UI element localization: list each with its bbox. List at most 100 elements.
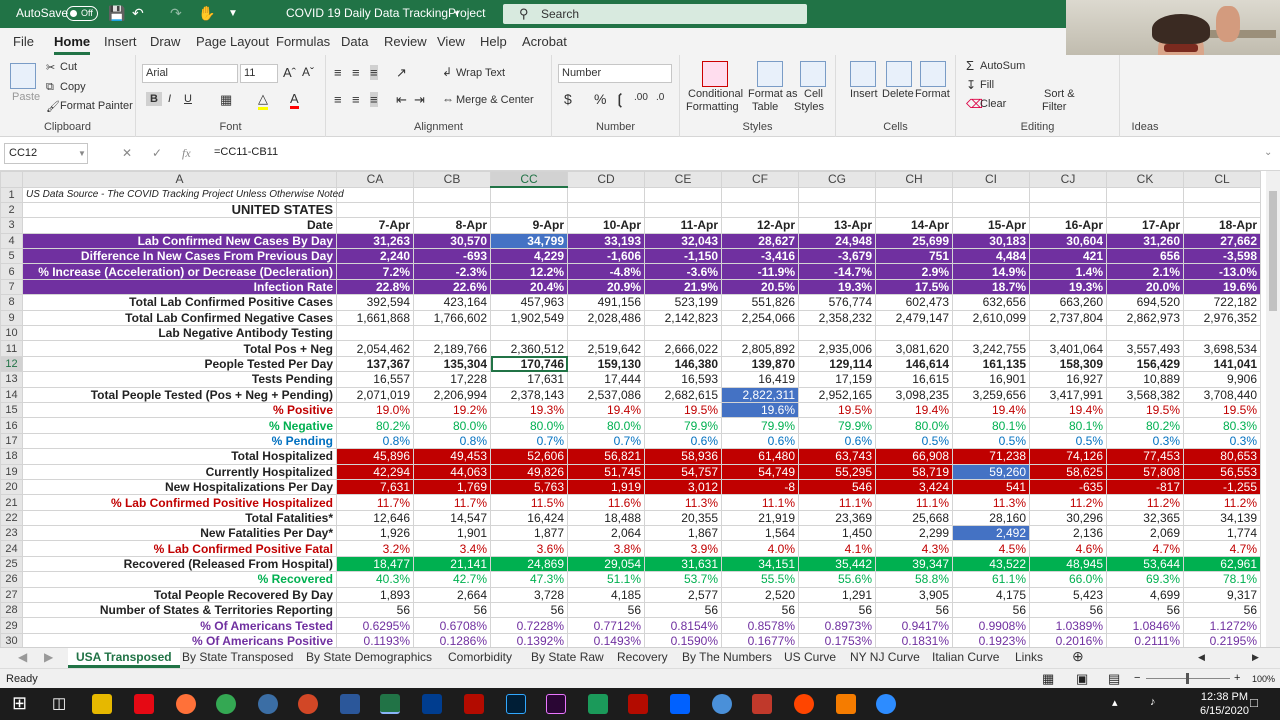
data-cell[interactable]: 2,358,232 (798, 309, 876, 327)
formula-input[interactable]: =CC11-CB11 (214, 146, 278, 158)
row-header[interactable]: 30 (0, 632, 23, 647)
data-cell[interactable]: -8 (721, 478, 799, 496)
row-label-cell[interactable]: Tests Pending (22, 371, 337, 388)
data-cell[interactable]: 0.5% (952, 432, 1030, 450)
fill-button[interactable]: Fill (980, 79, 994, 91)
data-cell[interactable]: 79.9% (798, 417, 876, 434)
data-cell[interactable]: 1,867 (644, 525, 722, 542)
data-cell[interactable]: 2,071,019 (336, 386, 414, 403)
data-cell[interactable]: 49,826 (490, 463, 568, 480)
column-header[interactable]: CF (721, 171, 799, 188)
tab-home[interactable]: Home (54, 34, 91, 55)
row-label-cell[interactable]: US Data Source - The COVID Tracking Proj… (22, 186, 344, 203)
row-header[interactable]: 25 (0, 555, 23, 573)
data-cell[interactable]: 4.5% (952, 540, 1030, 557)
data-cell[interactable]: 16,615 (875, 371, 953, 388)
number-format-select[interactable]: Number (558, 64, 672, 83)
data-cell[interactable]: 2,682,615 (644, 386, 722, 403)
data-cell[interactable]: 56 (952, 602, 1030, 619)
row-label-cell[interactable]: % Negative (22, 417, 337, 434)
copy-icon[interactable]: ⧉ (46, 81, 54, 94)
data-cell[interactable]: 135,304 (413, 355, 491, 373)
orientation-icon[interactable]: ↗ (396, 65, 407, 81)
data-cell[interactable]: 632,656 (952, 294, 1030, 311)
data-cell[interactable]: 2,610,099 (952, 309, 1030, 327)
data-cell[interactable]: 10-Apr (567, 217, 645, 234)
data-cell[interactable]: 34,151 (721, 555, 799, 573)
data-cell[interactable]: -4.8% (567, 263, 645, 280)
insert-function-icon[interactable]: fx (182, 146, 191, 161)
data-cell[interactable]: 3,259,656 (952, 386, 1030, 403)
cut-button[interactable]: Cut (60, 61, 77, 73)
task-view-icon[interactable]: ◫ (52, 694, 66, 712)
row-header[interactable]: 2 (0, 201, 23, 219)
data-cell[interactable]: 29,054 (567, 555, 645, 573)
save-icon[interactable]: 💾 (108, 5, 125, 22)
table-row[interactable]: 21% Lab Confirmed Positive Hospitalized 1… (0, 494, 1261, 511)
camtasia-icon[interactable] (588, 694, 608, 714)
data-cell[interactable]: 27,662 (1183, 232, 1261, 250)
fill-icon[interactable]: ↧ (966, 78, 976, 92)
row-header[interactable]: 7 (0, 278, 23, 296)
zoom-out-icon[interactable]: − (1134, 672, 1140, 684)
wrap-text-button[interactable]: Wrap Text (456, 67, 505, 79)
column-header[interactable]: CC (490, 171, 568, 188)
data-cell[interactable]: 16,901 (952, 371, 1030, 388)
data-cell[interactable]: 9,906 (1183, 371, 1261, 388)
data-cell[interactable]: 80.0% (490, 417, 568, 434)
table-row[interactable]: 29% Of Americans Tested 0.6295% 0.6708% 0.7… (0, 617, 1261, 634)
data-cell[interactable]: 158,309 (1029, 355, 1107, 373)
table-row[interactable]: 23 New Fatalities Per Day* 1,926 1,901 1,877… (0, 525, 1261, 542)
data-cell[interactable]: 2,299 (875, 525, 953, 542)
data-cell[interactable]: 31,631 (644, 555, 722, 573)
data-cell[interactable]: 14,547 (413, 509, 491, 527)
powerpoint-icon[interactable] (298, 694, 318, 714)
data-cell[interactable]: -1,606 (567, 248, 645, 265)
data-cell[interactable]: 0.7228% (490, 617, 568, 634)
data-cell[interactable]: 19.2% (413, 401, 491, 419)
column-header[interactable]: CL (1183, 171, 1261, 188)
customize-qat-icon[interactable]: ▼ (228, 8, 238, 19)
vertical-scrollbar[interactable] (1266, 171, 1280, 649)
data-cell[interactable]: 56 (413, 602, 491, 619)
data-cell[interactable]: 0.1493% (567, 632, 645, 647)
data-cell[interactable]: 2,664 (413, 586, 491, 604)
data-cell[interactable]: -3,598 (1183, 248, 1261, 265)
data-cell[interactable]: 19.4% (952, 401, 1030, 419)
data-cell[interactable]: 80.0% (413, 417, 491, 434)
row-header[interactable]: 20 (0, 478, 23, 496)
data-cell[interactable]: 3.2% (336, 540, 414, 557)
data-cell[interactable]: -14.7% (798, 263, 876, 280)
data-cell[interactable]: 53.7% (644, 571, 722, 588)
data-cell[interactable]: 16-Apr (1029, 217, 1107, 234)
wrap-text-icon[interactable]: ↲ (442, 65, 452, 79)
data-cell[interactable]: 1,926 (336, 525, 414, 542)
table-row[interactable]: 12 People Tested Per Day 137,367 135,304 170… (0, 355, 1261, 373)
table-row[interactable]: 26% Recovered 40.3% 42.7% 47.3% 51.1% 53.7% 55… (0, 571, 1261, 588)
table-row[interactable]: 7 Infection Rate 22.8% 22.6% 20.4% 20.9% 21.9%… (0, 278, 1261, 296)
data-cell[interactable]: 3,401,064 (1029, 340, 1107, 357)
sheet-tab-comorbidity[interactable]: Comorbidity (448, 650, 512, 664)
page-layout-view-icon[interactable]: ▣ (1076, 671, 1088, 687)
data-cell[interactable]: 19.6% (1183, 278, 1261, 296)
data-cell[interactable]: 56 (644, 602, 722, 619)
data-cell[interactable]: 66.0% (1029, 571, 1107, 588)
row-label-cell[interactable]: Total Hospitalized (22, 448, 337, 465)
data-cell[interactable]: 12.2% (490, 263, 568, 280)
scroll-right-icon[interactable]: ▶ (1252, 652, 1259, 663)
delete-cells-icon[interactable] (886, 61, 912, 87)
decrease-font-icon[interactable]: Aˇ (302, 65, 314, 79)
data-cell[interactable]: 69.3% (1106, 571, 1184, 588)
data-cell[interactable]: 2,378,143 (490, 386, 568, 403)
data-cell[interactable]: 28,627 (721, 232, 799, 250)
row-header[interactable]: 11 (0, 340, 23, 357)
table-row[interactable]: 18 Total Hospitalized 45,896 49,453 52,606 56… (0, 448, 1261, 465)
table-row[interactable]: 8 Total Lab Confirmed Positive Cases 392,5… (0, 294, 1261, 311)
chevron-down-icon[interactable]: ▼ (78, 149, 86, 158)
zoom-slider-thumb[interactable] (1186, 673, 1189, 684)
data-cell[interactable]: 1,564 (721, 525, 799, 542)
data-cell[interactable]: 80.0% (567, 417, 645, 434)
data-cell[interactable]: 5,423 (1029, 586, 1107, 604)
data-cell[interactable]: 11-Apr (644, 217, 722, 234)
data-cell[interactable]: 11.2% (1183, 494, 1261, 511)
